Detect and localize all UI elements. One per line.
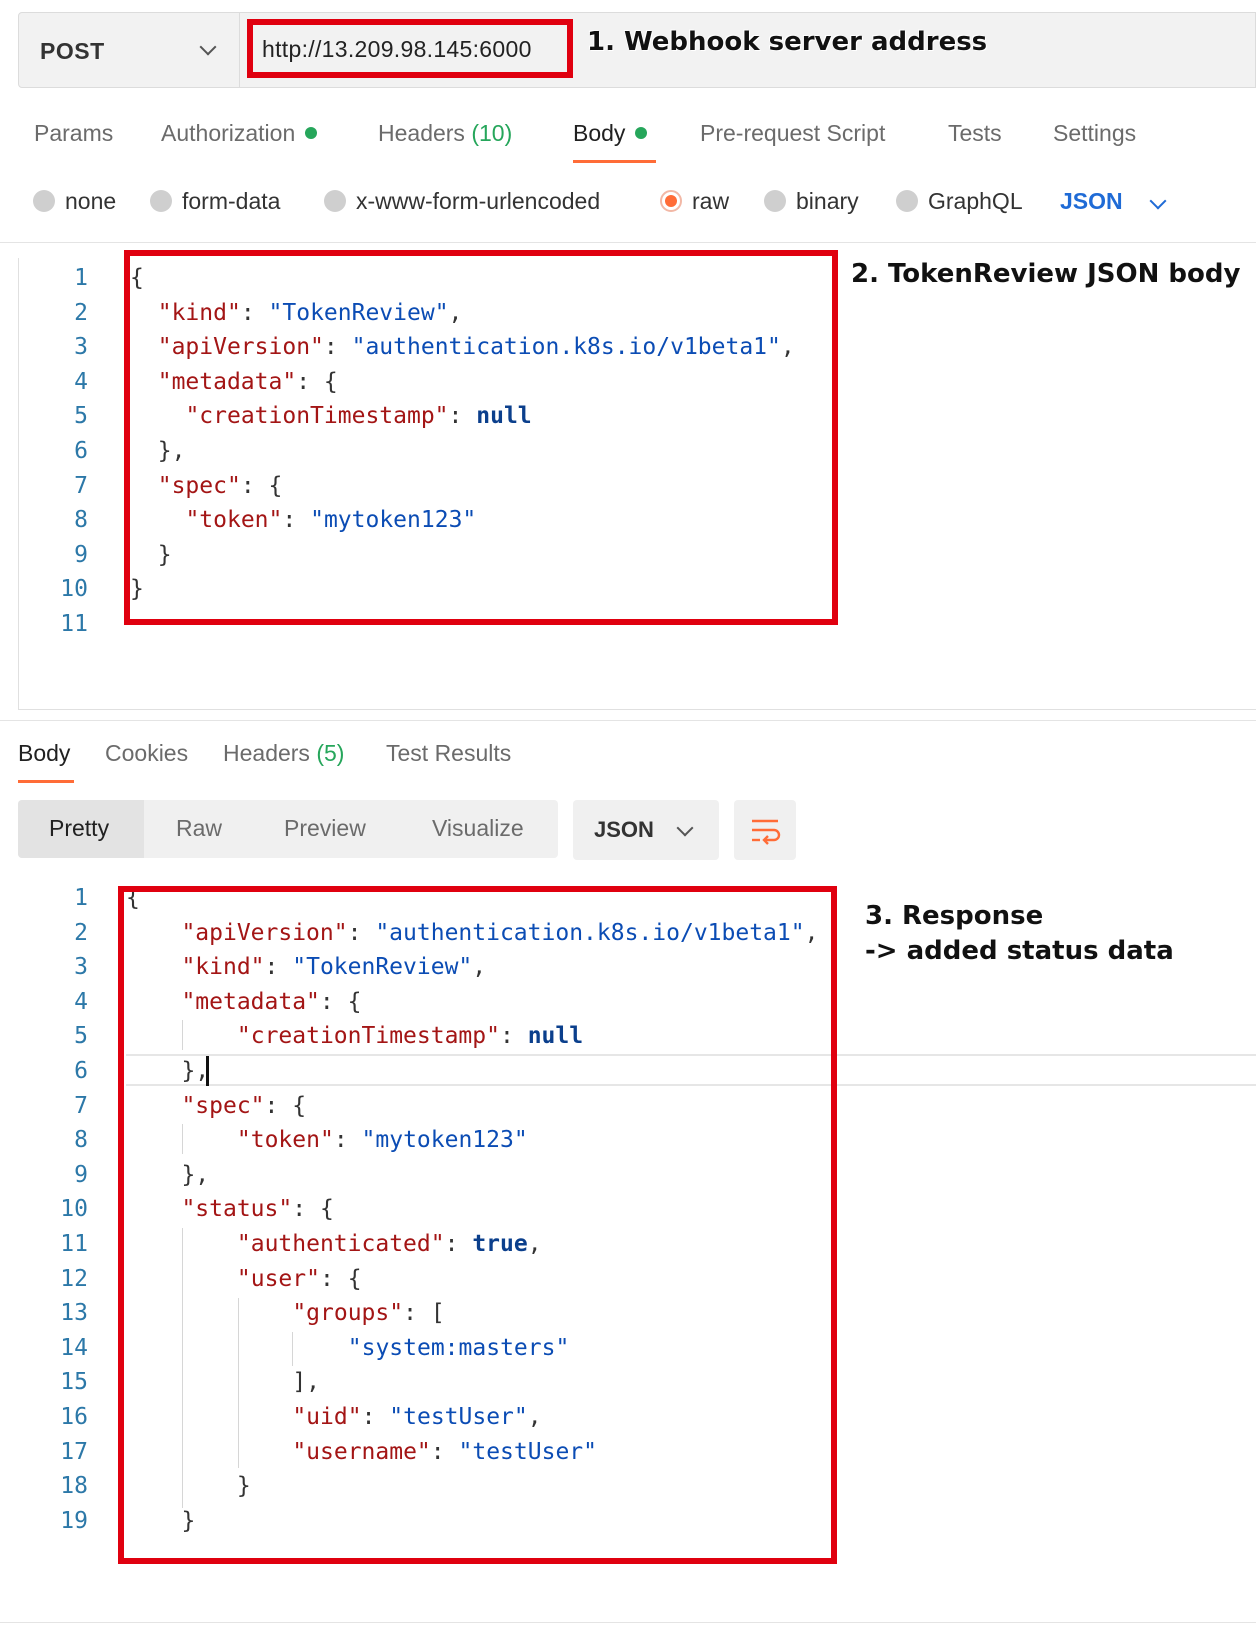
radio-none-label: none bbox=[65, 188, 117, 214]
response-line-number: 12 bbox=[60, 1265, 88, 1292]
response-line-number: 4 bbox=[74, 988, 88, 1015]
response-line-number: 3 bbox=[74, 954, 88, 981]
response-tab-headers-label: Headers bbox=[223, 740, 310, 766]
request-line-number: 5 bbox=[74, 403, 88, 430]
response-line-number: 10 bbox=[60, 1196, 88, 1223]
response-line-number: 18 bbox=[60, 1473, 88, 1500]
tab-authorization-label: Authorization bbox=[161, 120, 296, 146]
view-raw[interactable]: Raw bbox=[176, 815, 222, 842]
response-line-number: 8 bbox=[74, 1127, 88, 1154]
response-line-number: 7 bbox=[74, 1092, 88, 1119]
annotation-box-request-body bbox=[124, 250, 838, 625]
radio-graphql[interactable]: GraphQL bbox=[896, 188, 1023, 215]
active-tab-indicator bbox=[573, 160, 656, 163]
response-line-number: 15 bbox=[60, 1369, 88, 1396]
response-line-number: 6 bbox=[74, 1058, 88, 1084]
radio-none[interactable]: none bbox=[33, 188, 116, 215]
wrap-lines-icon bbox=[752, 819, 781, 845]
tab-params[interactable]: Params bbox=[34, 120, 113, 147]
tab-authorization[interactable]: Authorization bbox=[161, 120, 318, 147]
radio-icon bbox=[764, 189, 786, 212]
request-line-number: 4 bbox=[74, 368, 88, 395]
request-line-number: 11 bbox=[60, 611, 88, 637]
radio-selected-icon bbox=[660, 189, 682, 212]
response-tab-headers[interactable]: Headers (5) bbox=[223, 740, 344, 767]
radio-raw-label: raw bbox=[692, 188, 730, 214]
radio-icon bbox=[33, 189, 55, 212]
response-line-number: 19 bbox=[60, 1507, 88, 1534]
response-line-number: 17 bbox=[60, 1438, 88, 1465]
wrap-lines-button[interactable] bbox=[734, 800, 796, 860]
chevron-down-icon[interactable] bbox=[1149, 192, 1167, 210]
tab-pre-request-script[interactable]: Pre-request Script bbox=[700, 120, 885, 147]
annotation-box-response bbox=[118, 886, 837, 1564]
divider bbox=[0, 720, 1256, 721]
radio-icon bbox=[150, 189, 172, 212]
radio-binary[interactable]: binary bbox=[764, 188, 859, 215]
response-line-number: 5 bbox=[74, 1023, 88, 1050]
response-line-number: 9 bbox=[74, 1161, 88, 1188]
status-dot-icon bbox=[635, 126, 648, 139]
response-line-number: 1 bbox=[74, 885, 88, 911]
view-preview[interactable]: Preview bbox=[284, 815, 366, 842]
tab-settings[interactable]: Settings bbox=[1053, 120, 1136, 147]
response-line-number: 11 bbox=[60, 1231, 88, 1257]
response-line-number: 14 bbox=[60, 1334, 88, 1361]
request-line-number: 9 bbox=[74, 541, 88, 568]
language-select[interactable]: JSON bbox=[1060, 188, 1123, 215]
radio-form-data-label: form-data bbox=[182, 188, 281, 214]
radio-form-data[interactable]: form-data bbox=[150, 188, 280, 215]
radio-x-www-form-urlencoded[interactable]: x-www-form-urlencoded bbox=[324, 188, 600, 215]
tab-body-label: Body bbox=[573, 120, 626, 146]
tab-body[interactable]: Body bbox=[573, 120, 648, 147]
request-line-number: 10 bbox=[60, 576, 88, 603]
view-pretty[interactable]: Pretty bbox=[49, 815, 109, 842]
request-line-number: 2 bbox=[74, 299, 88, 326]
divider bbox=[0, 1622, 1256, 1623]
response-line-number: 13 bbox=[60, 1300, 88, 1327]
tab-headers-label: Headers bbox=[378, 120, 465, 146]
tab-headers-count: (10) bbox=[471, 120, 513, 146]
request-line-number: 6 bbox=[74, 438, 88, 464]
request-line-number: 7 bbox=[74, 472, 88, 499]
response-tab-body[interactable]: Body bbox=[18, 740, 70, 767]
radio-icon bbox=[324, 189, 346, 212]
view-visualize[interactable]: Visualize bbox=[432, 815, 524, 842]
annotation-webhook-address: 1. Webhook server address bbox=[587, 27, 988, 57]
annotation-added-status: -> added status data bbox=[865, 936, 1174, 966]
response-tab-cookies[interactable]: Cookies bbox=[105, 740, 188, 767]
response-line-number: 2 bbox=[74, 919, 88, 946]
radio-graphql-label: GraphQL bbox=[928, 188, 1023, 214]
request-line-number: 8 bbox=[74, 507, 88, 534]
active-tab-indicator bbox=[18, 780, 74, 783]
request-line-number: 3 bbox=[74, 334, 88, 361]
divider bbox=[0, 242, 1256, 243]
radio-binary-label: binary bbox=[796, 188, 859, 214]
tab-headers[interactable]: Headers (10) bbox=[378, 120, 512, 147]
response-line-number: 16 bbox=[60, 1404, 88, 1430]
method-label: POST bbox=[40, 38, 105, 64]
response-format-label: JSON bbox=[594, 817, 654, 842]
annotation-tokenreview-body: 2. TokenReview JSON body bbox=[851, 259, 1241, 289]
tab-tests[interactable]: Tests bbox=[948, 120, 1002, 147]
annotation-response: 3. Response bbox=[865, 901, 1044, 931]
response-tab-headers-count: (5) bbox=[316, 740, 345, 766]
radio-urlencoded-label: x-www-form-urlencoded bbox=[356, 188, 601, 214]
radio-raw[interactable]: raw bbox=[660, 188, 729, 215]
response-tab-test-results[interactable]: Test Results bbox=[386, 740, 511, 767]
annotation-box-url bbox=[247, 19, 573, 78]
request-line-number: 1 bbox=[74, 265, 88, 291]
status-dot-icon bbox=[305, 126, 318, 139]
radio-icon bbox=[896, 189, 918, 212]
